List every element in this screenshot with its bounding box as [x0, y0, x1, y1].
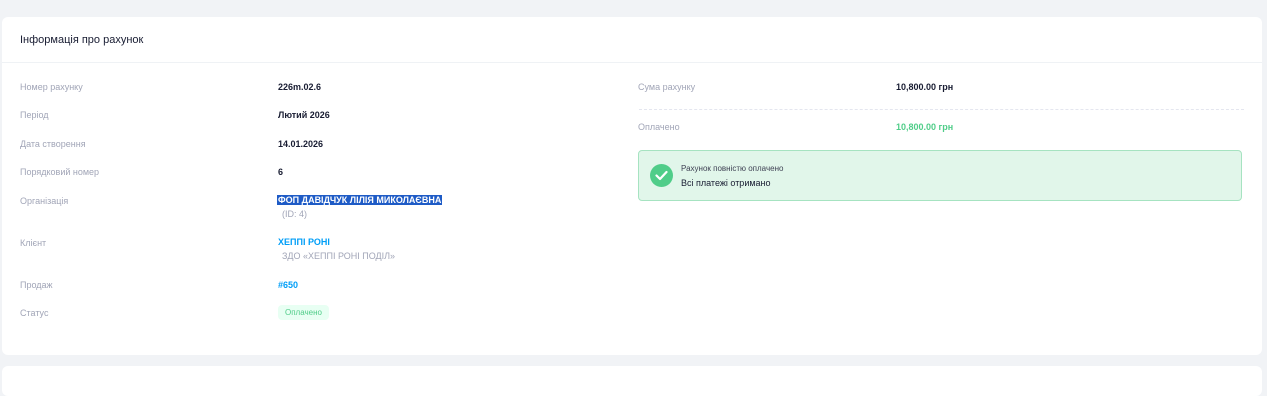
organization-id: (ID: 4) [282, 209, 308, 219]
notice-title: Рахунок повністю оплачено [681, 164, 784, 173]
amount-value: 10,800.00 грн [896, 82, 954, 92]
sale-label: Продаж [20, 280, 53, 290]
check-circle-icon [650, 164, 673, 187]
organization-label: Організація [20, 196, 69, 206]
card-title: Інформація про рахунок [20, 33, 144, 46]
created-date-value: 14.01.2026 [278, 139, 324, 149]
invoice-number-label: Номер рахунку [20, 82, 83, 92]
status-badge: Оплачено [278, 305, 329, 320]
invoice-info-card: Інформація про рахунок Номер рахунку 226… [2, 17, 1262, 355]
client-label: Клієнт [20, 238, 47, 248]
next-card [2, 366, 1262, 396]
paid-value: 10,800.00 грн [896, 122, 954, 132]
sale-link[interactable]: #650 [278, 280, 298, 290]
sequence-number-value: 6 [278, 167, 284, 177]
invoice-number-value: 226m.02.6 [278, 82, 322, 92]
created-date-label: Дата створення [20, 139, 86, 149]
period-value: Лютий 2026 [278, 110, 330, 120]
client-subtitle: ЗДО «ХЕППІ РОНІ ПОДІЛ» [282, 251, 396, 261]
paid-notice: Рахунок повністю оплачено Всі платежі от… [638, 150, 1242, 201]
client-link[interactable]: ХЕППІ РОНІ [278, 237, 330, 247]
notice-text: Всі платежі отримано [681, 178, 771, 188]
amount-label: Сума рахунку [638, 82, 696, 92]
status-label: Статус [20, 308, 49, 318]
summary-divider [639, 109, 1244, 110]
organization-name[interactable]: ФОП ДАВІДЧУК ЛІЛІЯ МИКОЛАЄВНА [277, 195, 443, 205]
period-label: Період [20, 110, 49, 120]
card-header: Інформація про рахунок [2, 17, 1262, 63]
paid-label: Оплачено [638, 122, 680, 132]
sequence-number-label: Порядковий номер [20, 167, 100, 177]
